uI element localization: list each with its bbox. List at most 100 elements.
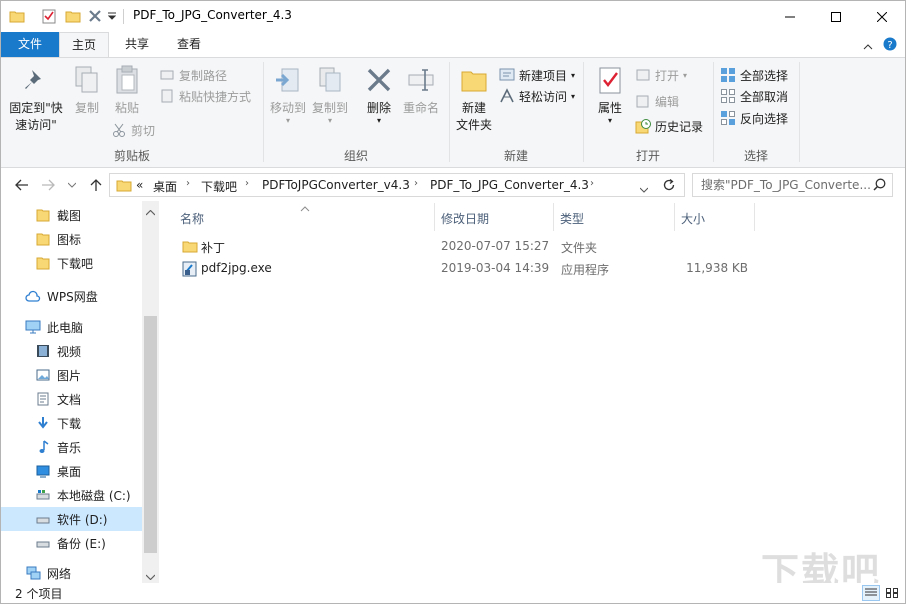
copy-button[interactable]: 复制 [69, 64, 105, 117]
new-folder-quick-icon[interactable] [65, 7, 81, 25]
large-icons-view-icon[interactable] [883, 585, 901, 601]
properties-icon [594, 64, 626, 96]
new-folder-button[interactable]: 新建 文件夹 [451, 64, 497, 134]
breadcrumb-xiazaiba[interactable]: 下载吧 [201, 178, 237, 195]
delete-button[interactable]: 删除 ▾ [361, 64, 397, 125]
rename-button[interactable]: 重命名 [401, 64, 441, 117]
collapse-ribbon-icon[interactable] [863, 39, 873, 53]
copy-path-icon [159, 67, 175, 83]
copy-path-button[interactable]: 复制路径 [159, 65, 227, 85]
invert-selection-button[interactable]: 反向选择 [720, 108, 788, 128]
breadcrumb-overflow[interactable]: « [136, 178, 143, 192]
invert-selection-label: 反向选择 [740, 111, 789, 126]
sidebar-scrollbar[interactable] [142, 201, 159, 583]
breadcrumb-pdftojpgconverter-v4-3[interactable]: PDFToJPGConverter_v4.3 [262, 178, 410, 192]
sidebar-item-drive-e[interactable]: 备份 (E:) [1, 531, 142, 555]
folder-icon [182, 239, 198, 256]
column-divider[interactable] [434, 203, 435, 231]
sidebar-item-screenshots[interactable]: 截图 [1, 203, 142, 227]
table-row[interactable]: 补丁 2020-07-07 15:27 文件夹 [172, 236, 762, 258]
column-divider[interactable] [553, 203, 554, 231]
refresh-icon[interactable] [662, 178, 676, 195]
help-icon[interactable]: ? [883, 37, 897, 54]
column-header-modified[interactable]: 修改日期 [441, 210, 489, 227]
sidebar-item-music[interactable]: 音乐 [1, 435, 142, 459]
svg-text:?: ? [887, 40, 892, 51]
forward-arrow-icon[interactable] [39, 176, 57, 194]
history-button[interactable]: 历史记录 [635, 116, 703, 136]
sidebar-item-desktop[interactable]: 桌面 [1, 459, 142, 483]
easy-access-dropdown-icon: ▾ [571, 91, 576, 101]
column-divider[interactable] [674, 203, 675, 231]
tab-share[interactable]: 共享 [113, 32, 161, 57]
sidebar-item-this-pc[interactable]: 此电脑 [1, 315, 142, 339]
details-view-icon[interactable] [862, 585, 880, 601]
sidebar-item-wps-cloud[interactable]: WPS网盘 [1, 284, 142, 308]
tab-home[interactable]: 主页 [59, 32, 109, 58]
paste-button[interactable]: 粘贴 [109, 64, 145, 117]
edit-button[interactable]: 编辑 [635, 91, 679, 111]
folder-icon [35, 255, 51, 271]
sidebar-item-network[interactable]: 网络 [1, 563, 142, 583]
delete-quick-icon[interactable] [87, 7, 103, 25]
properties-quick-icon[interactable] [41, 7, 57, 25]
column-divider[interactable] [754, 203, 755, 231]
select-all-button[interactable]: 全部选择 [720, 65, 788, 85]
sidebar-item-icons[interactable]: 图标 [1, 227, 142, 251]
address-bar[interactable]: « 桌面 › 下载吧 › PDFToJPGConverter_v4.3 › PD… [109, 173, 685, 197]
sidebar-item-label: 备份 (E:) [57, 536, 106, 551]
search-input[interactable] [701, 177, 871, 193]
easy-access-button[interactable]: 轻松访问 ▾ [499, 86, 575, 106]
scroll-down-icon[interactable] [145, 569, 156, 583]
sidebar-item-videos[interactable]: 视频 [1, 339, 142, 363]
recent-locations-icon[interactable] [63, 176, 81, 194]
properties-button[interactable]: 属性 ▾ [589, 64, 631, 125]
file-modified: 2019-03-04 14:39 [441, 261, 550, 275]
chevron-right-icon[interactable]: › [590, 178, 594, 189]
sidebar-item-drive-d[interactable]: 软件 (D:) [1, 507, 142, 531]
download-icon [35, 415, 51, 431]
minimize-button[interactable] [767, 1, 813, 32]
chevron-right-icon[interactable]: › [245, 178, 249, 189]
sidebar-item-drive-c[interactable]: 本地磁盘 (C:) [1, 483, 142, 507]
desktop-icon [35, 463, 51, 479]
back-arrow-icon[interactable] [13, 176, 31, 194]
sidebar-item-label: 网络 [47, 566, 72, 581]
copy-to-button[interactable]: 复制到 ▾ [307, 64, 353, 125]
search-box[interactable] [692, 173, 893, 197]
chevron-right-icon[interactable]: › [186, 178, 190, 189]
open-button[interactable]: 打开 ▾ [635, 65, 687, 85]
delete-icon [363, 64, 395, 96]
breadcrumb-current-folder[interactable]: PDF_To_JPG_Converter_4.3 [430, 178, 589, 192]
properties-label: 属性 [597, 101, 622, 115]
column-header-name[interactable]: 名称 [180, 210, 204, 227]
search-icon[interactable] [873, 178, 886, 194]
sidebar-item-xiazaiba[interactable]: 下载吧 [1, 251, 142, 275]
new-folder-label-2: 文件夹 [455, 118, 492, 132]
up-arrow-icon[interactable] [87, 176, 105, 194]
pin-to-quick-access-button[interactable]: 固定到"快 速访问" [5, 64, 67, 134]
table-row[interactable]: pdf2jpg.exe 2019-03-04 14:39 应用程序 11,938… [172, 258, 762, 280]
new-item-button[interactable]: 新建项目 ▾ [499, 65, 575, 85]
new-folder-label-1: 新建 [461, 101, 486, 115]
breadcrumb-desktop[interactable]: 桌面 [153, 178, 177, 195]
address-dropdown-icon[interactable] [639, 182, 649, 196]
chevron-right-icon[interactable]: › [414, 178, 418, 189]
scroll-up-icon[interactable] [145, 205, 156, 219]
open-icon [635, 67, 651, 83]
maximize-button[interactable] [813, 1, 859, 32]
close-button[interactable] [859, 1, 905, 32]
paste-shortcut-button[interactable]: 粘贴快捷方式 [159, 86, 251, 106]
sidebar-item-downloads[interactable]: 下载 [1, 411, 142, 435]
sidebar-item-pictures[interactable]: 图片 [1, 363, 142, 387]
scrollbar-thumb[interactable] [144, 316, 157, 553]
tab-file[interactable]: 文件 [1, 32, 59, 57]
select-none-button[interactable]: 全部取消 [720, 86, 788, 106]
sidebar-item-documents[interactable]: 文档 [1, 387, 142, 411]
column-header-size[interactable]: 大小 [681, 210, 705, 227]
column-header-type[interactable]: 类型 [560, 210, 584, 227]
cut-button[interactable]: 剪切 [111, 120, 155, 140]
tab-view[interactable]: 查看 [165, 32, 213, 57]
customize-quick-access-icon[interactable] [107, 7, 117, 25]
move-to-button[interactable]: 移动到 ▾ [265, 64, 311, 125]
